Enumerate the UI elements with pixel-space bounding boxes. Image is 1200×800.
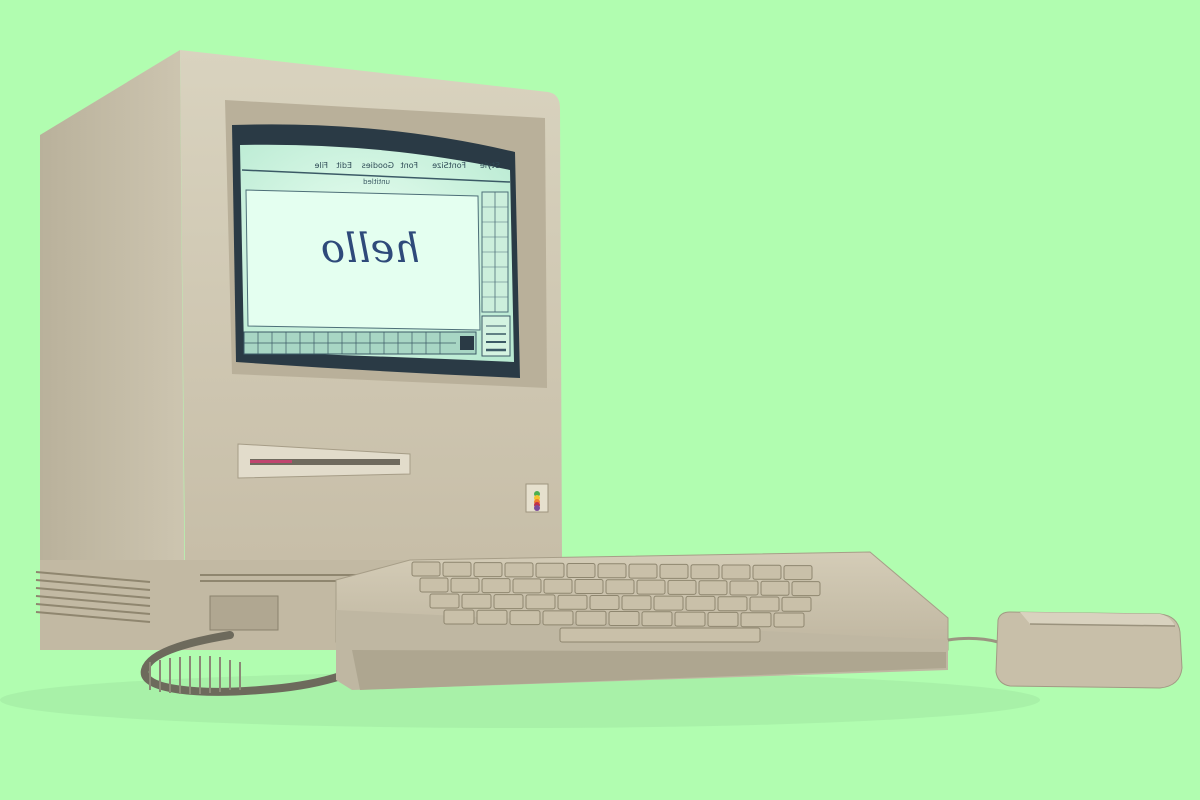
window-title: untitled	[363, 178, 390, 186]
keyboard-key[interactable]	[525, 594, 556, 610]
keyboard-key[interactable]	[773, 612, 805, 628]
keyboard-key[interactable]	[476, 609, 508, 625]
keyboard-key[interactable]	[628, 563, 658, 579]
drawing-text: hello	[321, 226, 420, 272]
pattern-palette[interactable]	[243, 331, 477, 355]
keyboard-key[interactable]	[493, 594, 524, 610]
keyboard-key[interactable]	[729, 580, 759, 596]
keyboard-key[interactable]	[698, 580, 728, 596]
keyboard-key[interactable]	[685, 595, 716, 611]
keyboard-key[interactable]	[542, 610, 574, 626]
keyboard-key[interactable]	[690, 564, 720, 580]
keyboard-key[interactable]	[597, 563, 627, 579]
keyboard-key[interactable]	[473, 562, 503, 578]
case-side	[40, 50, 185, 640]
keyboard-key[interactable]	[509, 610, 541, 626]
keyboard-key[interactable]	[429, 593, 460, 609]
keyboard-key[interactable]	[461, 593, 492, 609]
keyboard-key[interactable]	[557, 594, 588, 610]
keyboard-key[interactable]	[481, 578, 511, 594]
screen-window-title: untitled	[363, 178, 390, 186]
keyboard-key[interactable]	[783, 565, 813, 581]
keyboard-key[interactable]	[791, 581, 821, 597]
keyboard-key[interactable]	[450, 577, 480, 593]
keyboard-key[interactable]	[504, 562, 534, 578]
keyboard-key[interactable]	[443, 609, 475, 625]
mouse-cable	[947, 636, 999, 644]
menu-item-edit[interactable]: Edit	[337, 161, 353, 170]
keyboard-key[interactable]	[543, 578, 573, 594]
keyboard-key[interactable]	[636, 579, 666, 595]
keyboard-key[interactable]	[740, 612, 772, 628]
keyboard-key[interactable]	[760, 580, 790, 596]
line-width-panel[interactable]	[481, 315, 511, 357]
keyboard-key[interactable]	[707, 611, 739, 627]
menu-item-file[interactable]: File	[315, 161, 328, 170]
keyboard-key[interactable]	[442, 561, 472, 577]
menu-item-goodies[interactable]: Goodies	[362, 161, 394, 170]
keyboard-key[interactable]	[752, 564, 782, 580]
macintosh-scene: Style FontSize Font Goodies Edit File un…	[0, 50, 1183, 728]
keyboard-key[interactable]	[749, 596, 780, 612]
keyboard-key[interactable]	[589, 595, 620, 610]
menu-item-fontsize[interactable]: FontSize	[432, 161, 466, 170]
keyboard-key[interactable]	[781, 596, 812, 612]
keyboard-key[interactable]	[608, 611, 640, 626]
keyboard-key[interactable]	[574, 579, 604, 594]
keyboard-key[interactable]	[411, 561, 441, 577]
apple-logo-icon	[525, 483, 549, 513]
mouse[interactable]	[995, 611, 1183, 689]
menu-item-style[interactable]: Style	[480, 161, 500, 170]
menu-item-font[interactable]: Font	[401, 161, 418, 170]
tool-palette[interactable]	[481, 191, 509, 313]
keyboard-key[interactable]	[512, 578, 542, 594]
keyboard-key[interactable]	[674, 611, 706, 627]
keyboard-key[interactable]	[621, 595, 652, 611]
keyboard-key[interactable]	[667, 579, 697, 595]
keyboard-key[interactable]	[575, 610, 607, 626]
keyboard-key[interactable]	[535, 562, 565, 578]
keyboard-key[interactable]	[566, 563, 596, 578]
keyboard-key[interactable]	[659, 563, 689, 579]
keyboard-key[interactable]	[419, 577, 449, 593]
keyboard-key[interactable]	[641, 611, 673, 627]
keyboard-key[interactable]	[653, 595, 684, 611]
keyboard-key[interactable]	[605, 579, 635, 595]
keyboard-key[interactable]	[717, 596, 748, 612]
space-bar-key[interactable]	[559, 627, 761, 643]
drawing-text-group: hello	[321, 226, 420, 272]
rear-port	[209, 595, 279, 631]
keyboard[interactable]	[335, 551, 949, 690]
keyboard-key[interactable]	[721, 564, 751, 580]
